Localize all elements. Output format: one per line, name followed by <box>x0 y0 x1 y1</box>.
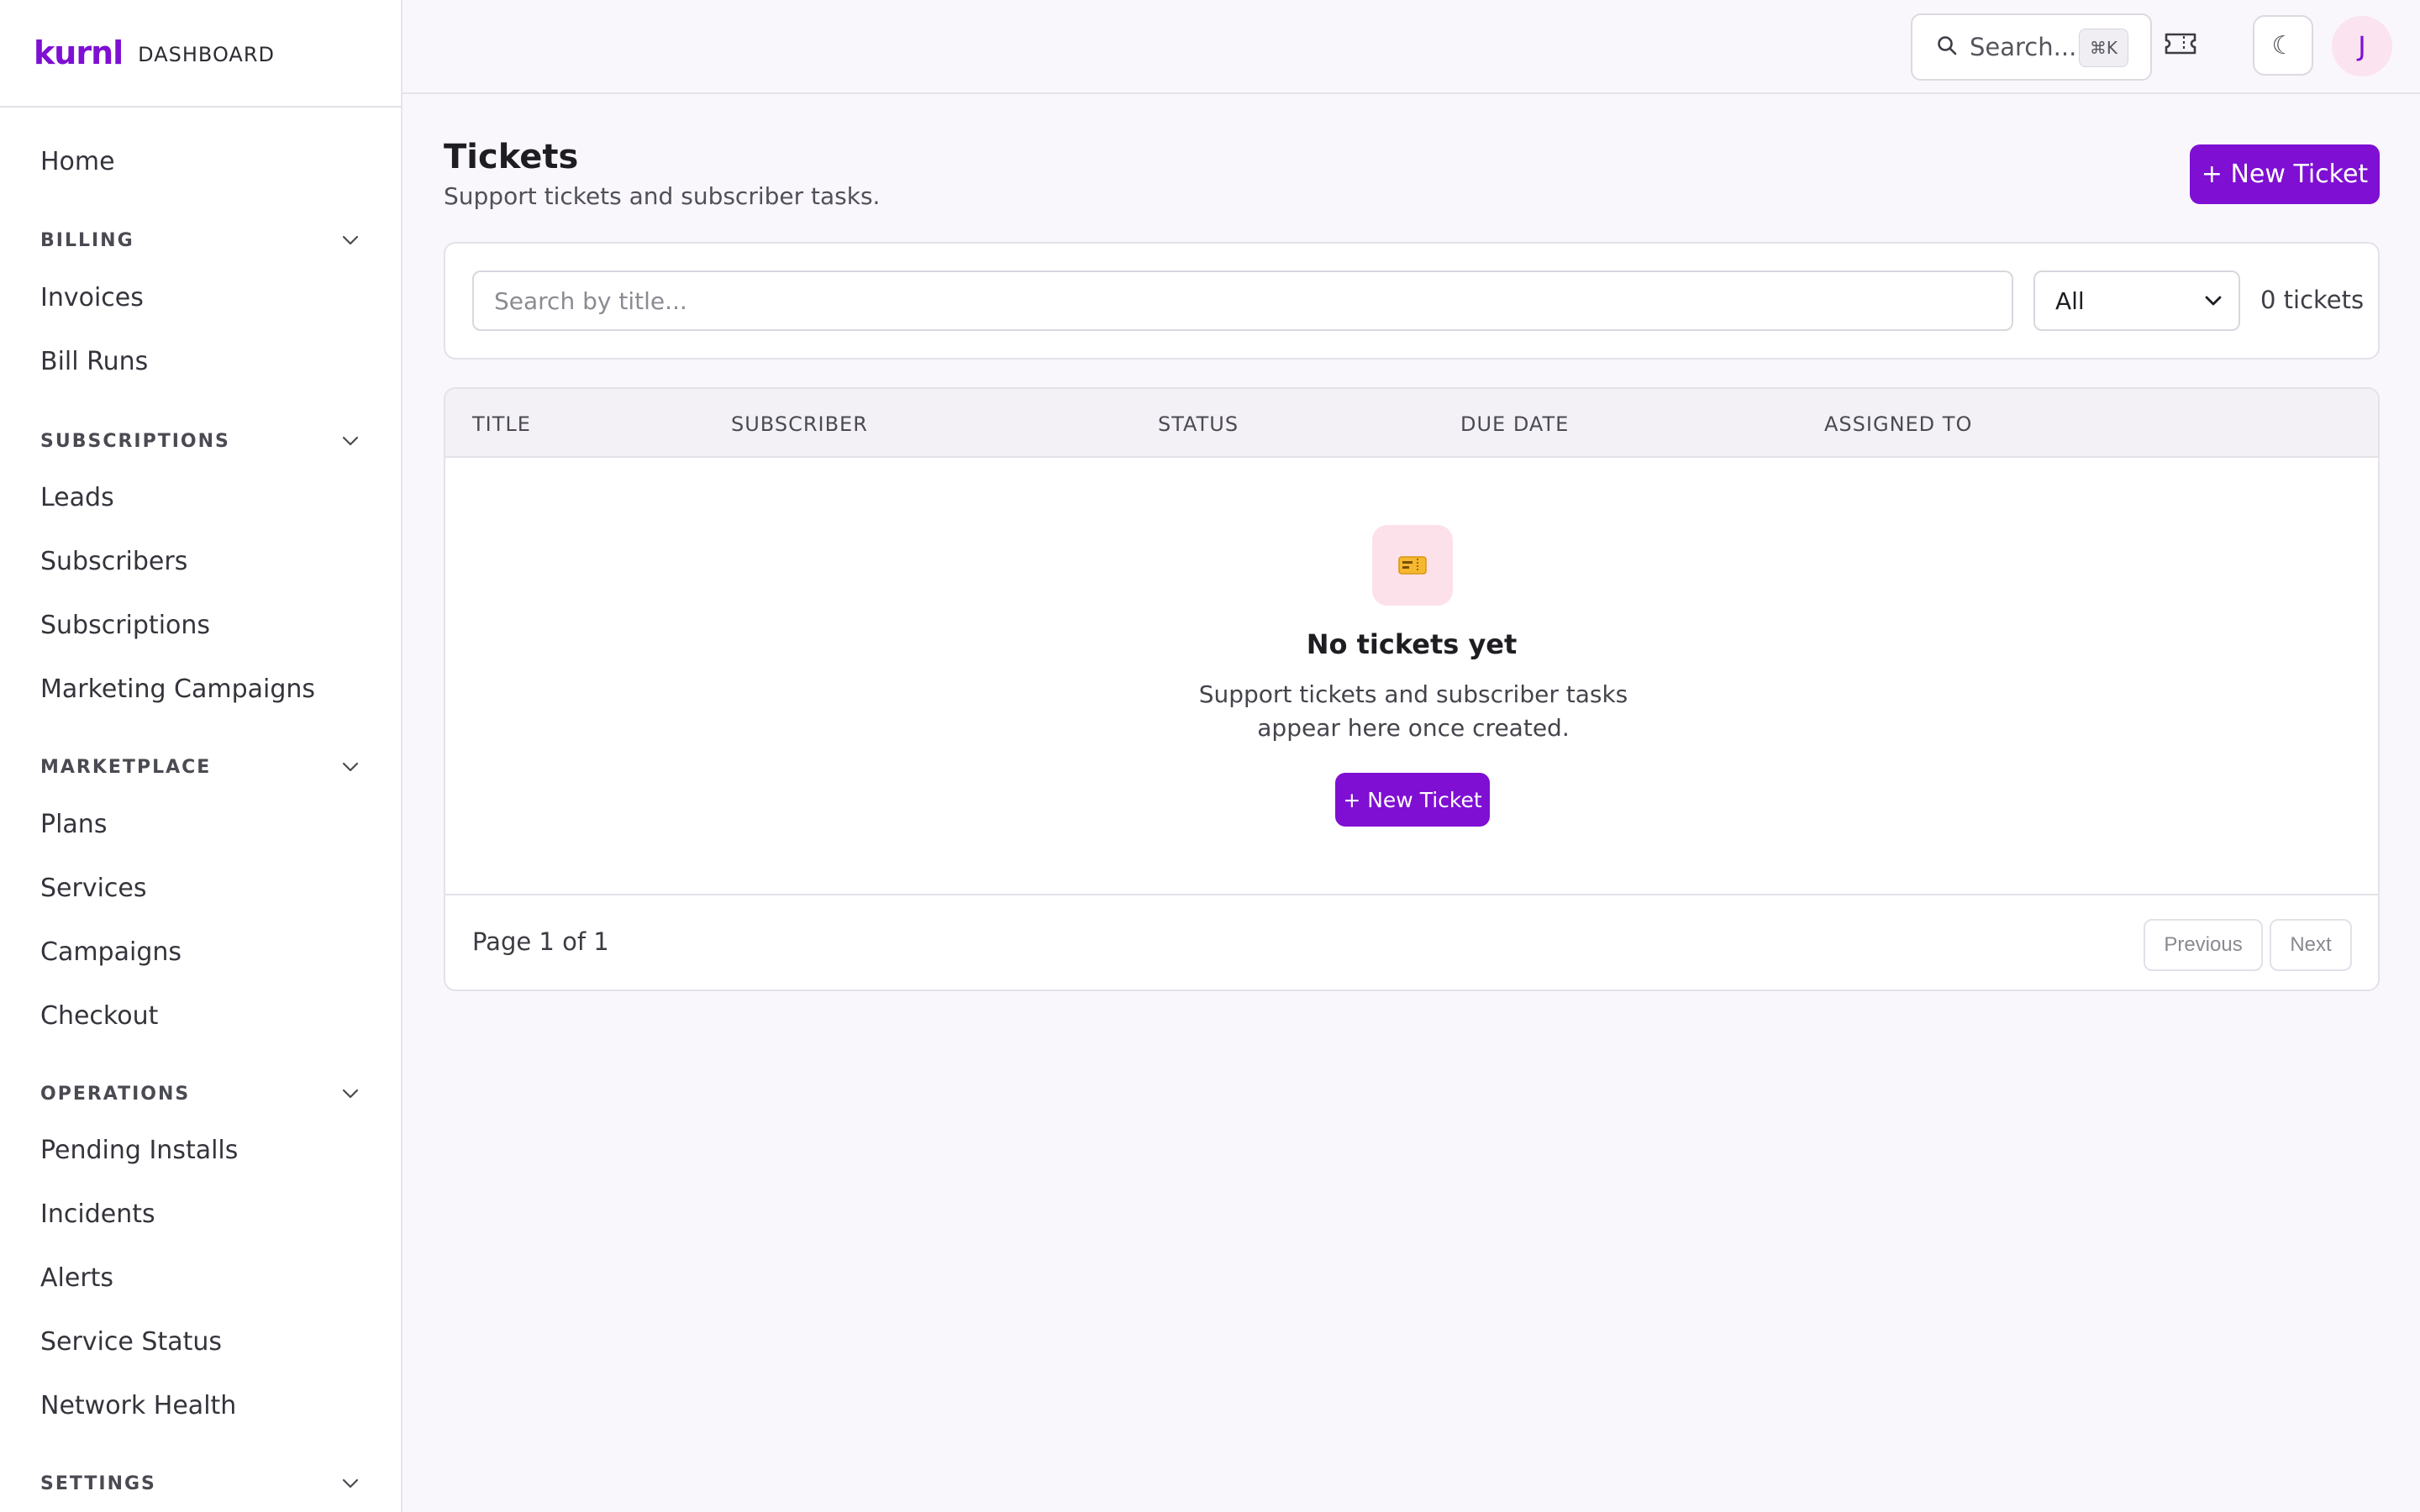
sidebar-section-label: BILLING <box>40 229 134 251</box>
new-ticket-button[interactable]: + New Ticket <box>2190 144 2380 204</box>
chevron-down-icon <box>340 1473 360 1494</box>
moon-icon: ☾ <box>2271 30 2295 60</box>
page-info: Page 1 of 1 <box>472 927 609 956</box>
sidebar-item-alerts[interactable]: Alerts <box>40 1263 113 1293</box>
chevron-down-icon <box>340 230 360 250</box>
sidebar-section-label: SUBSCRIPTIONS <box>40 430 230 452</box>
next-page-button[interactable]: Next <box>2270 919 2352 971</box>
ticket-search-input[interactable] <box>472 270 2013 331</box>
chevron-down-icon <box>340 757 360 777</box>
page-title: Tickets <box>444 138 579 176</box>
sidebar-item-home[interactable]: Home <box>40 147 115 176</box>
column-header-title[interactable]: TITLE <box>472 412 531 436</box>
empty-state-description: Support tickets and subscriber tasks app… <box>1198 680 1628 742</box>
sidebar-section-label: SETTINGS <box>40 1473 156 1494</box>
sidebar-item-bill-runs[interactable]: Bill Runs <box>40 347 148 376</box>
column-header-status[interactable]: STATUS <box>1158 412 1239 436</box>
empty-state-ticket-icon <box>1372 525 1453 606</box>
sidebar-item-incidents[interactable]: Incidents <box>40 1200 155 1229</box>
brand-logo: kurnl <box>34 34 124 71</box>
sidebar-item-campaigns[interactable]: Campaigns <box>40 937 182 967</box>
global-search-button[interactable]: Search... ⌘K <box>1911 13 2152 81</box>
sidebar-item-plans[interactable]: Plans <box>40 810 107 839</box>
tickets-button[interactable] <box>2150 15 2211 76</box>
status-filter-value: All <box>2055 286 2085 315</box>
topbar: Search... ⌘K ☾ J <box>402 0 2420 94</box>
ticket-icon <box>2164 31 2197 60</box>
sidebar-item-checkout[interactable]: Checkout <box>40 1001 158 1031</box>
page-subtitle: Support tickets and subscriber tasks. <box>444 182 881 210</box>
search-icon <box>1936 34 1958 60</box>
brand-subtitle: DASHBOARD <box>138 43 275 66</box>
table-header: TITLE SUBSCRIBER STATUS DUE DATE ASSIGNE… <box>445 389 2378 458</box>
column-header-assigned-to[interactable]: ASSIGNED TO <box>1824 412 1972 436</box>
pagination: Page 1 of 1 Previous Next <box>445 894 2378 990</box>
sidebar-section-subscriptions[interactable]: SUBSCRIPTIONS <box>40 426 360 456</box>
brand[interactable]: kurnl DASHBOARD <box>0 0 401 108</box>
sidebar-section-label: OPERATIONS <box>40 1083 191 1105</box>
sidebar-section-marketplace[interactable]: MARKETPLACE <box>40 752 360 782</box>
empty-state-title: No tickets yet <box>1306 628 1518 660</box>
sidebar-item-network-health[interactable]: Network Health <box>40 1391 236 1420</box>
sidebar-section-operations[interactable]: OPERATIONS <box>40 1079 360 1109</box>
tickets-table: TITLE SUBSCRIBER STATUS DUE DATE ASSIGNE… <box>444 387 2380 991</box>
filter-bar: All 0 tickets <box>444 242 2380 360</box>
sidebar-section-settings[interactable]: SETTINGS <box>40 1468 360 1499</box>
chevron-down-icon <box>340 431 360 451</box>
sidebar-item-subscriptions[interactable]: Subscriptions <box>40 611 210 640</box>
status-filter-select[interactable]: All <box>2033 270 2240 331</box>
sidebar-item-pending-installs[interactable]: Pending Installs <box>40 1136 238 1165</box>
sidebar-item-marketing-campaigns[interactable]: Marketing Campaigns <box>40 675 315 704</box>
search-shortcut: ⌘K <box>2078 29 2128 67</box>
sidebar-item-services[interactable]: Services <box>40 874 147 903</box>
previous-page-button[interactable]: Previous <box>2144 919 2263 971</box>
sidebar-item-invoices[interactable]: Invoices <box>40 283 144 312</box>
chevron-down-icon <box>340 1084 360 1104</box>
avatar[interactable]: J <box>2332 16 2392 76</box>
sidebar-item-service-status[interactable]: Service Status <box>40 1327 222 1357</box>
sidebar-item-subscribers[interactable]: Subscribers <box>40 547 187 576</box>
sidebar-section-billing[interactable]: BILLING <box>40 225 360 255</box>
search-label: Search... <box>1970 33 2077 61</box>
sidebar: kurnl DASHBOARD Home BILLING Invoices Bi… <box>0 0 402 1512</box>
ticket-count: 0 tickets <box>2260 286 2365 314</box>
column-header-due-date[interactable]: DUE DATE <box>1460 412 1569 436</box>
sidebar-section-label: MARKETPLACE <box>40 756 212 778</box>
sidebar-item-leads[interactable]: Leads <box>40 483 114 512</box>
theme-toggle-button[interactable]: ☾ <box>2253 15 2313 76</box>
empty-state-new-ticket-button[interactable]: + New Ticket <box>1335 773 1490 827</box>
column-header-subscriber[interactable]: SUBSCRIBER <box>731 412 868 436</box>
chevron-down-icon <box>2205 293 2222 309</box>
